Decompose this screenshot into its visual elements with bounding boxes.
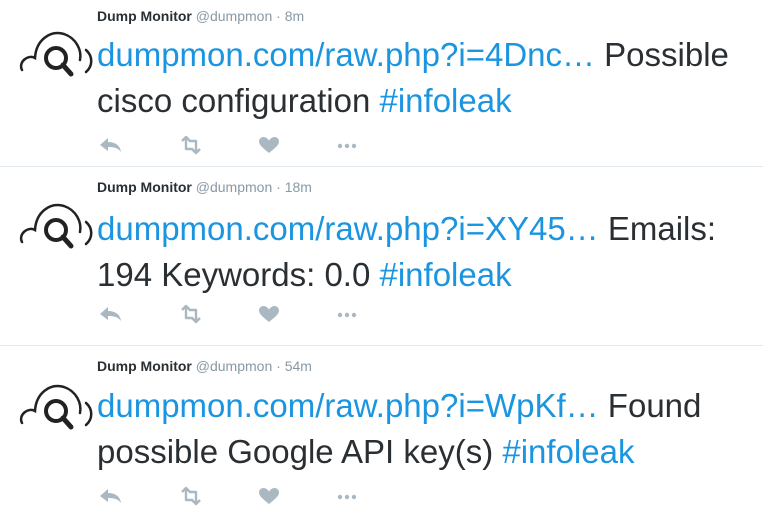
more-options-button[interactable]	[333, 134, 361, 156]
hashtag-link[interactable]: #infoleak	[502, 433, 634, 470]
tweet[interactable]: Dump Monitor @dumpmon · 8m dumpmon.com/r…	[0, 0, 763, 167]
like-button[interactable]	[255, 134, 283, 156]
hashtag-link[interactable]: #infoleak	[380, 256, 512, 293]
cloud-magnifier-icon	[19, 31, 93, 77]
cloud-magnifier-icon	[19, 384, 93, 430]
reply-button[interactable]	[97, 303, 125, 325]
author-handle[interactable]: @dumpmon	[196, 179, 272, 195]
retweet-button[interactable]	[177, 303, 205, 325]
separator: ·	[276, 8, 281, 24]
timestamp[interactable]: 8m	[285, 8, 304, 24]
reply-button[interactable]	[97, 134, 125, 156]
tweet-text: dumpmon.com/raw.php?i=WpKf… Found possib…	[97, 383, 751, 475]
retweet-button[interactable]	[177, 134, 205, 156]
reply-icon	[100, 138, 121, 152]
retweet-icon	[181, 304, 201, 324]
more-dots-icon	[337, 143, 357, 149]
author-name[interactable]: Dump Monitor	[97, 8, 192, 24]
reply-icon	[100, 307, 121, 321]
timestamp[interactable]: 18m	[285, 179, 312, 195]
author-handle[interactable]: @dumpmon	[196, 358, 272, 374]
more-options-button[interactable]	[333, 303, 361, 325]
tweet-header: Dump Monitor @dumpmon · 8m	[97, 7, 304, 25]
avatar[interactable]	[16, 20, 96, 84]
like-button[interactable]	[255, 303, 283, 325]
tweet-timeline: Dump Monitor @dumpmon · 8m dumpmon.com/r…	[0, 0, 763, 506]
timestamp[interactable]: 54m	[285, 358, 312, 374]
tweet-link[interactable]: dumpmon.com/raw.php?i=4Dnc…	[97, 36, 595, 73]
retweet-icon	[181, 135, 201, 155]
heart-icon	[259, 306, 279, 322]
separator: ·	[276, 179, 281, 195]
avatar[interactable]	[16, 373, 96, 437]
tweet-text: dumpmon.com/raw.php?i=4Dnc… Possible cis…	[97, 32, 751, 124]
tweet-link[interactable]: dumpmon.com/raw.php?i=WpKf…	[97, 387, 599, 424]
author-name[interactable]: Dump Monitor	[97, 179, 192, 195]
hashtag-link[interactable]: #infoleak	[379, 82, 511, 119]
cloud-magnifier-icon	[19, 203, 93, 249]
separator: ·	[276, 358, 281, 374]
more-dots-icon	[337, 312, 357, 318]
tweet-text: dumpmon.com/raw.php?i=XY45… Emails: 194 …	[97, 206, 751, 298]
tweet-link[interactable]: dumpmon.com/raw.php?i=XY45…	[97, 210, 599, 247]
author-handle[interactable]: @dumpmon	[196, 8, 272, 24]
avatar[interactable]	[16, 192, 96, 256]
tweet-header: Dump Monitor @dumpmon · 54m	[97, 357, 312, 375]
heart-icon	[259, 137, 279, 153]
tweet[interactable]: Dump Monitor @dumpmon · 54m dumpmon.com/…	[0, 345, 763, 506]
author-name[interactable]: Dump Monitor	[97, 358, 192, 374]
tweet-header: Dump Monitor @dumpmon · 18m	[97, 178, 312, 196]
tweet[interactable]: Dump Monitor @dumpmon · 18m dumpmon.com/…	[0, 166, 763, 346]
